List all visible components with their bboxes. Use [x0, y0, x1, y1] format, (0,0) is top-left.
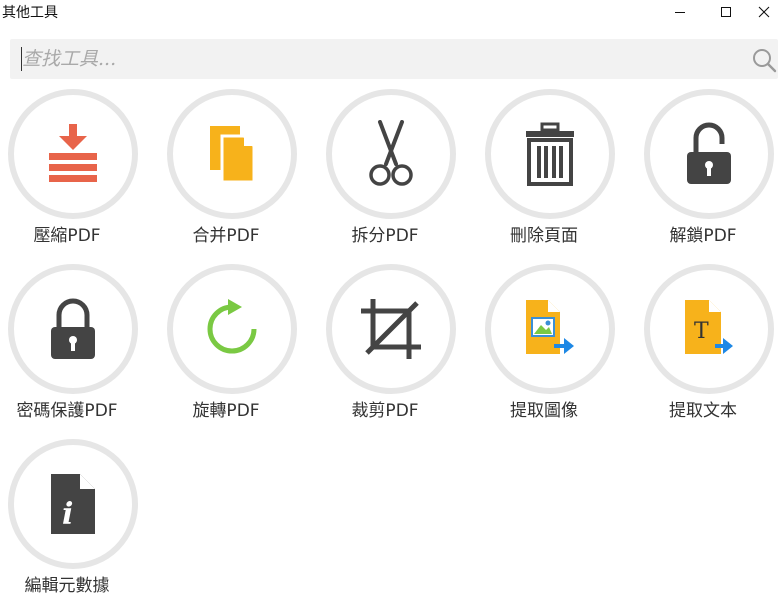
minimize-button[interactable]: [657, 0, 703, 24]
tool-label: 編輯元數據: [24, 576, 110, 596]
tool-label: 壓縮PDF: [33, 226, 101, 246]
tool-ring: [8, 89, 138, 219]
tool-unlock-pdf[interactable]: 解鎖PDF: [638, 89, 778, 249]
tool-extract-text[interactable]: T 提取文本: [638, 264, 778, 424]
scissors-icon: [369, 120, 413, 186]
tool-ring: [485, 264, 615, 394]
window-title: 其他工具: [2, 5, 58, 21]
svg-text:i: i: [62, 497, 73, 532]
svg-text:T: T: [694, 319, 709, 344]
search-input[interactable]: [18, 39, 736, 79]
close-button[interactable]: [747, 0, 781, 24]
tool-label: 合并PDF: [192, 226, 260, 246]
tool-delete-pages[interactable]: 刪除頁面: [479, 89, 619, 249]
trash-icon: [526, 122, 574, 186]
tool-label: 旋轉PDF: [192, 401, 260, 421]
merge-icon: [210, 126, 256, 184]
tool-label: 提取文本: [669, 401, 737, 421]
tool-password-protect-pdf[interactable]: 密碼保護PDF: [2, 264, 142, 424]
crop-icon: [361, 299, 421, 359]
compress-icon: [49, 124, 97, 182]
tool-label: 密碼保護PDF: [16, 401, 118, 421]
tool-ring: [644, 89, 774, 219]
tool-label: 解鎖PDF: [669, 226, 737, 246]
maximize-button[interactable]: [703, 0, 749, 24]
minimize-icon: [675, 12, 685, 13]
search-icon[interactable]: [751, 47, 777, 73]
tool-ring: [485, 89, 615, 219]
tool-extract-images[interactable]: 提取圖像: [479, 264, 619, 424]
lock-icon: [51, 298, 95, 359]
extract-text-icon: T: [685, 300, 733, 354]
tool-split-pdf[interactable]: 拆分PDF: [320, 89, 460, 249]
tool-label: 拆分PDF: [351, 226, 419, 246]
tool-label: 提取圖像: [510, 401, 578, 421]
tool-compress-pdf[interactable]: 壓縮PDF: [2, 89, 142, 249]
close-icon: [758, 6, 770, 18]
tool-ring: T: [644, 264, 774, 394]
maximize-icon: [721, 7, 731, 17]
search-bar: [10, 39, 778, 79]
tool-ring: [326, 89, 456, 219]
tool-edit-metadata[interactable]: i 編輯元數據: [2, 439, 142, 599]
tool-crop-pdf[interactable]: 裁剪PDF: [320, 264, 460, 424]
tool-label: 刪除頁面: [510, 226, 578, 246]
title-bar: 其他工具: [0, 0, 781, 24]
tool-ring: [326, 264, 456, 394]
tool-merge-pdf[interactable]: 合并PDF: [161, 89, 301, 249]
tool-ring: i: [8, 439, 138, 569]
tool-label: 裁剪PDF: [351, 401, 419, 421]
unlock-icon: [687, 122, 731, 184]
tool-ring: [167, 89, 297, 219]
tool-ring: [167, 264, 297, 394]
info-document-icon: i: [51, 474, 95, 534]
tool-rotate-pdf[interactable]: 旋轉PDF: [161, 264, 301, 424]
tool-ring: [8, 264, 138, 394]
rotate-icon: [207, 299, 257, 354]
extract-image-icon: [526, 300, 574, 354]
